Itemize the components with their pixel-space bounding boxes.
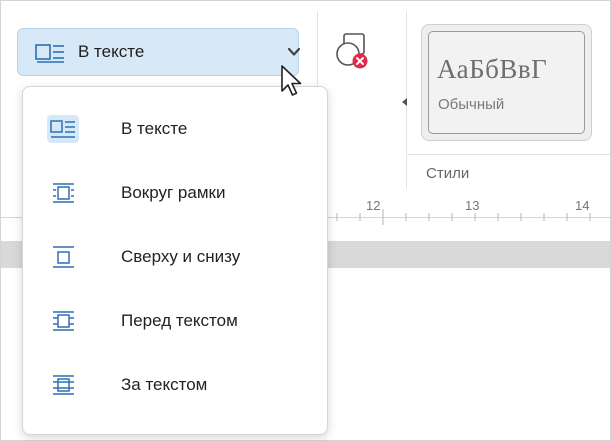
wrap-square-icon bbox=[47, 179, 79, 207]
ruler-number: 12 bbox=[366, 198, 381, 213]
styles-group-label: Стили bbox=[426, 165, 470, 182]
wrap-inline-icon bbox=[47, 115, 79, 143]
text-wrap-dropdown[interactable]: В тексте bbox=[17, 28, 301, 76]
menu-item-label: Перед текстом bbox=[121, 311, 238, 330]
menu-item-label: За текстом bbox=[121, 375, 208, 394]
menu-item-label: В тексте bbox=[121, 119, 188, 138]
collapse-arrow-icon[interactable] bbox=[402, 98, 408, 106]
chevron-down-icon bbox=[287, 47, 301, 56]
ruler-number: 13 bbox=[465, 198, 480, 213]
style-preview-frame: АаБбВвГ Обычный bbox=[428, 31, 585, 134]
text-wrap-menu: В тексте Вокруг рамки Сверху и снизу Пер… bbox=[22, 86, 328, 435]
style-preview-sample: АаБбВвГ bbox=[437, 54, 548, 84]
wrap-top-bottom-icon bbox=[47, 243, 79, 271]
menu-item-top-bottom[interactable]: Сверху и снизу bbox=[33, 231, 319, 283]
menu-item-in-front[interactable]: Перед текстом bbox=[33, 295, 319, 347]
text-wrap-dropdown-label: В тексте bbox=[78, 42, 145, 61]
mouse-cursor-icon bbox=[281, 65, 302, 96]
ruler-number: 14 bbox=[575, 198, 590, 213]
style-preview-normal[interactable]: АаБбВвГ Обычный bbox=[421, 24, 592, 141]
wrap-in-front-icon bbox=[47, 307, 79, 335]
menu-item-label: Сверху и снизу bbox=[121, 247, 241, 266]
menu-item-inline[interactable]: В тексте bbox=[33, 103, 319, 155]
wrap-behind-icon bbox=[47, 371, 79, 399]
style-preview-name: Обычный bbox=[438, 96, 505, 113]
wrap-inline-icon bbox=[35, 44, 64, 63]
menu-item-behind[interactable]: За текстом bbox=[33, 359, 319, 411]
shape-remove-button[interactable] bbox=[334, 30, 374, 72]
styles-group-divider bbox=[406, 154, 610, 155]
menu-item-square[interactable]: Вокруг рамки bbox=[33, 167, 319, 219]
menu-item-label: Вокруг рамки bbox=[121, 183, 226, 202]
